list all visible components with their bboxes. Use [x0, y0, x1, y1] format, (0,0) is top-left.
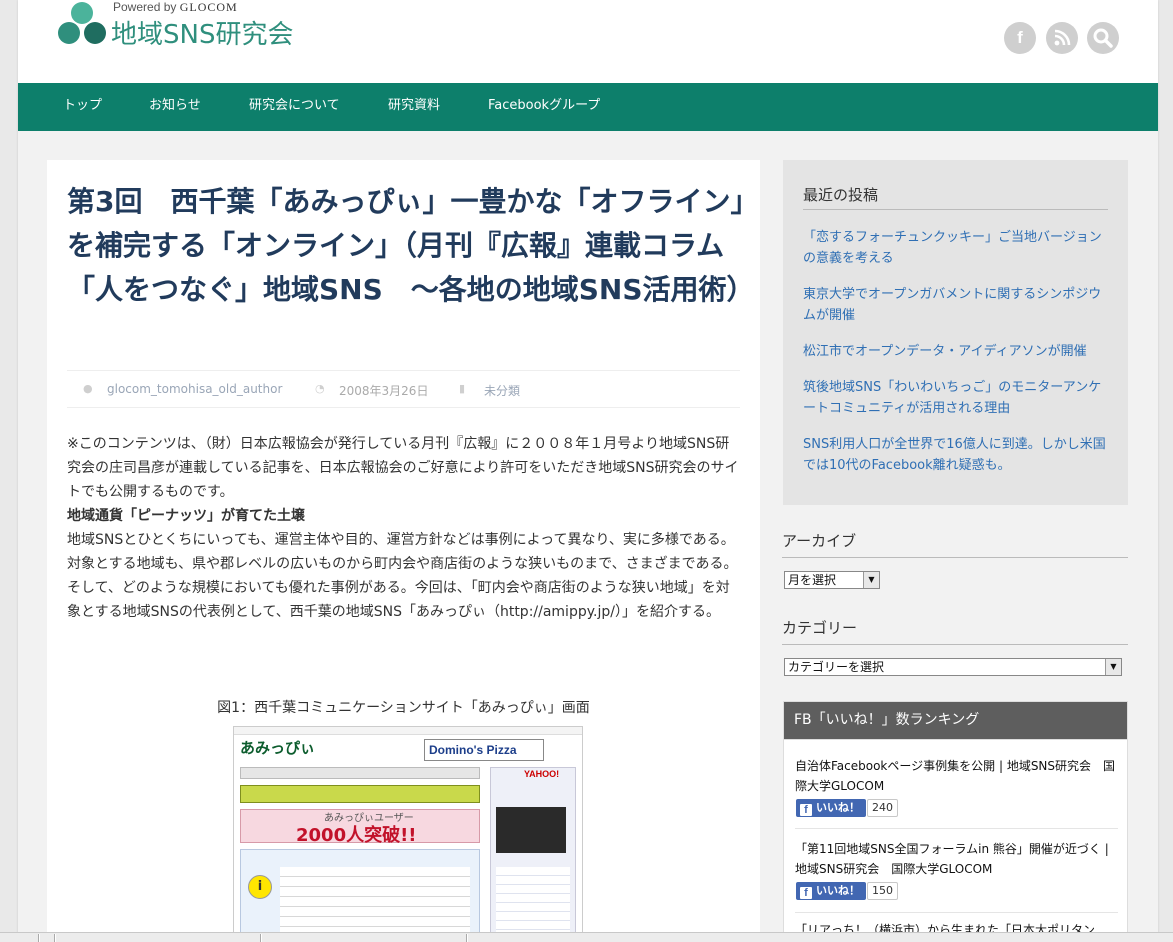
- category-link[interactable]: 未分類: [484, 382, 520, 399]
- archive-title: アーカイブ: [782, 532, 857, 550]
- powered-by: Powered by GLOCOM: [113, 0, 238, 14]
- logo-circles-icon: [58, 2, 106, 46]
- fb-ranking-item[interactable]: 「第11回地域SNS全国フォーラムin 熊谷」開催が近づく | 地域SNS研究会…: [795, 839, 1120, 879]
- recent-post-link[interactable]: 筑後地域SNS「わいわいちっご」のモニターアンケートコミュニティが活用される理由: [803, 377, 1108, 419]
- chevron-down-icon: ▼: [1105, 659, 1121, 675]
- facebook-icon: f: [800, 804, 812, 816]
- user-icon: ●: [83, 382, 93, 395]
- figure-screenshot: あみっぴぃ Domino's Pizza あみっぴぃユーザー 2000人突破!!…: [233, 726, 583, 942]
- article-paragraph: 地域SNSとひとくちにいっても、運営主体や目的、運営方針などは事例によって異なり…: [67, 532, 738, 620]
- article-body: ※このコンテンツは、（財）日本広報協会が発行している月刊『広報』に２００８年１月…: [67, 432, 742, 624]
- figure-milestone: 2000人突破!!: [296, 825, 417, 846]
- main-nav: トップ お知らせ 研究会について 研究資料 Facebookグループ: [18, 83, 1158, 131]
- nav-item-top[interactable]: トップ: [63, 83, 102, 131]
- nav-item-facebook-group[interactable]: Facebookグループ: [488, 83, 600, 131]
- figure-caption: 図1：西千葉コミュニケーションサイト「あみっぴぃ」画面: [217, 700, 590, 716]
- archive-select[interactable]: 月を選択 ▼: [784, 571, 880, 589]
- facebook-icon[interactable]: f: [1004, 22, 1036, 54]
- fb-ranking-item[interactable]: 自治体Facebookページ事例集を公開 | 地域SNS研究会 国際大学GLOC…: [795, 756, 1120, 796]
- nav-item-about[interactable]: 研究会について: [249, 83, 340, 131]
- search-icon[interactable]: [1087, 22, 1119, 54]
- fb-ranking-widget: FB「いいね！」数ランキング 自治体Facebookページ事例集を公開 | 地域…: [783, 701, 1128, 942]
- article-intro: ※このコンテンツは、（財）日本広報協会が発行している月刊『広報』に２００８年１月…: [67, 436, 739, 500]
- article-meta: ● glocom_tomohisa_old_author ◔ 2008年3月26…: [67, 370, 740, 408]
- section-heading: 地域通貨「ピーナッツ」が育てた土壌: [67, 508, 305, 524]
- site-header: Powered by GLOCOM 地域SNS研究会 f: [18, 0, 1158, 83]
- chevron-down-icon: ▼: [863, 572, 879, 588]
- facebook-icon: f: [800, 887, 812, 899]
- page: Powered by GLOCOM 地域SNS研究会 f トップ お知らせ 研究…: [18, 0, 1158, 942]
- browser-status-bar: [0, 932, 1173, 942]
- category-select[interactable]: カテゴリーを選択 ▼: [784, 658, 1122, 676]
- recent-post-link[interactable]: SNS利用人口が全世界で16億人に到達。しかし米国では10代のFacebook離…: [803, 434, 1108, 476]
- recent-post-link[interactable]: 「恋するフォーチュンクッキー」ご当地バージョンの意義を考える: [803, 227, 1108, 269]
- info-icon: i: [248, 875, 272, 899]
- like-count: 240: [867, 799, 898, 817]
- author-link[interactable]: glocom_tomohisa_old_author: [107, 382, 282, 396]
- recent-post-link[interactable]: 松江市でオープンデータ・アイディアソンが開催: [803, 341, 1108, 362]
- recent-posts-widget: 最近の投稿 「恋するフォーチュンクッキー」ご当地バージョンの意義を考える 東京大…: [783, 160, 1128, 505]
- post-date: 2008年3月26日: [339, 384, 429, 398]
- like-button[interactable]: f いいね！: [796, 799, 866, 817]
- figure-yahoo: YAHOO!: [524, 769, 560, 779]
- site-title: 地域SNS研究会: [111, 20, 294, 50]
- bookmark-icon: ▮: [459, 382, 466, 395]
- nav-item-materials[interactable]: 研究資料: [388, 83, 440, 131]
- fb-ranking-title: FB「いいね！」数ランキング: [784, 702, 1127, 739]
- figure-dominos-ad: Domino's Pizza: [424, 739, 544, 761]
- like-button[interactable]: f いいね！: [796, 882, 866, 900]
- article-title: 第3回 西千葉「あみっぴぃ」一豊かな「オフライン」を補完する「オンライン」（月刊…: [67, 185, 755, 306]
- nav-item-news[interactable]: お知らせ: [149, 83, 201, 131]
- figure-logo: あみっぴぃ: [240, 739, 316, 757]
- recent-post-link[interactable]: 東京大学でオープンガバメントに関するシンポジウムが開催: [803, 284, 1108, 326]
- article: 第3回 西千葉「あみっぴぃ」一豊かな「オフライン」を補完する「オンライン」（月刊…: [47, 160, 760, 942]
- rss-icon[interactable]: [1046, 22, 1078, 54]
- category-title: カテゴリー: [782, 619, 858, 637]
- clock-icon: ◔: [315, 382, 325, 395]
- recent-posts-title: 最近の投稿: [803, 186, 879, 204]
- like-count: 150: [867, 882, 898, 900]
